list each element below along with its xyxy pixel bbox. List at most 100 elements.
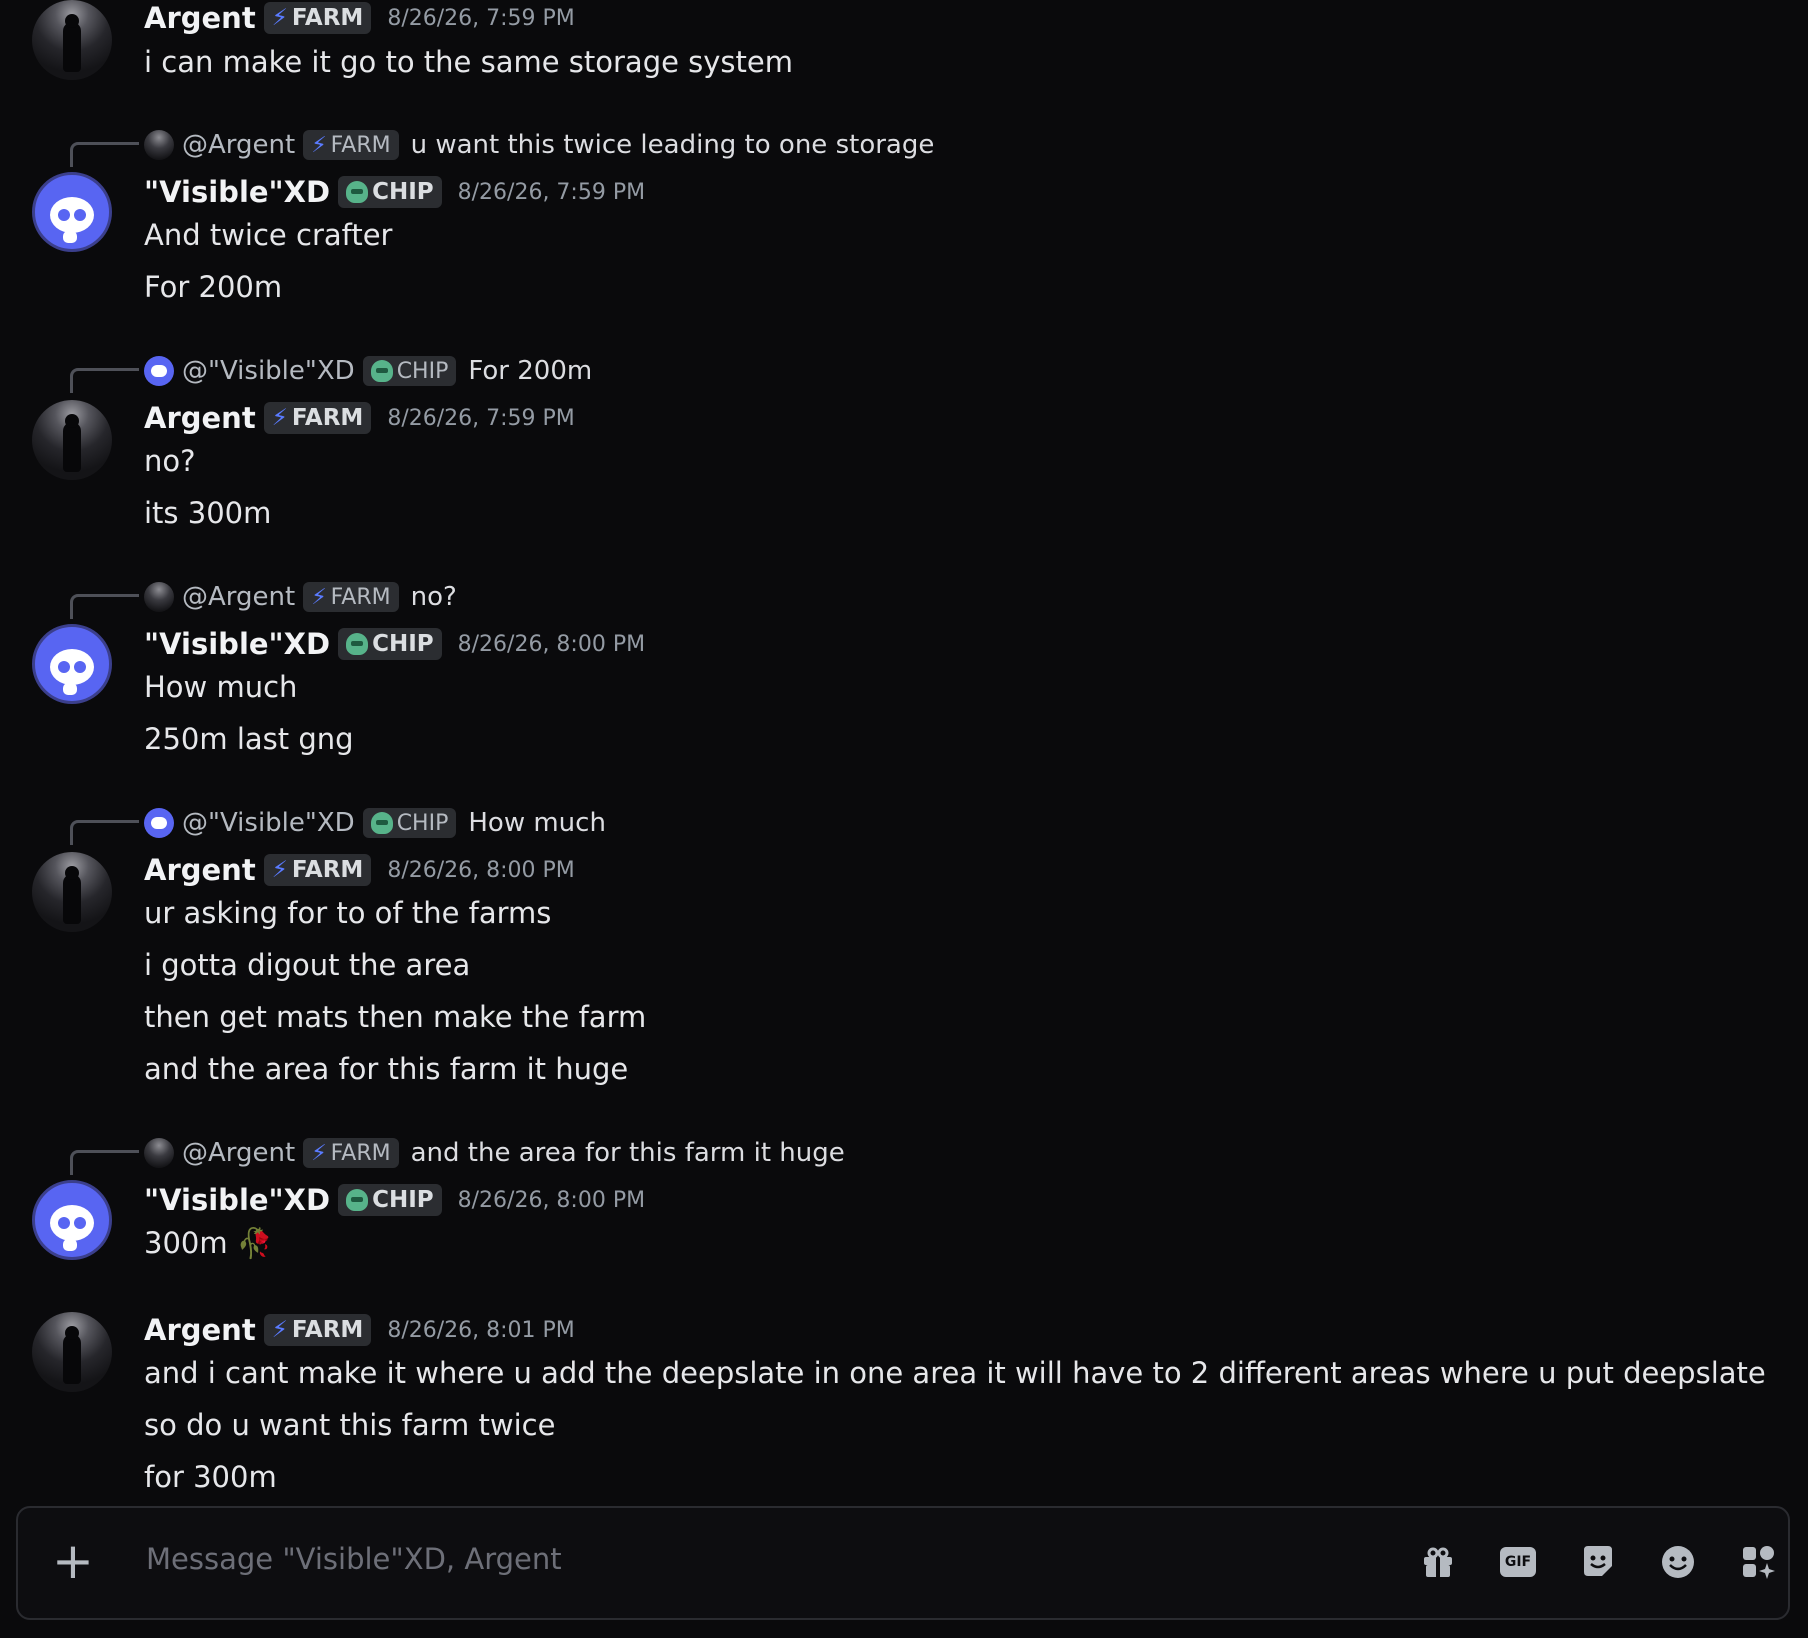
reply-connector	[70, 594, 139, 619]
reply-preview[interactable]: @"Visible"XD CHIP How much	[144, 807, 606, 839]
reply-preview[interactable]: @Argent ⚡ FARM and the area for this farm…	[144, 1137, 845, 1169]
message-header: "Visible"XD CHIP 8/26/26, 8:00 PM	[144, 1180, 645, 1220]
message-line: 250m last gng	[144, 722, 354, 756]
gift-icon[interactable]	[1418, 1542, 1458, 1582]
apps-icon-svg	[1743, 1546, 1775, 1579]
role-tag[interactable]: ⚡ FARM	[263, 2, 372, 34]
username[interactable]: Argent	[144, 853, 256, 887]
sticker-icon-svg	[1584, 1546, 1612, 1576]
timestamp: 8/26/26, 7:59 PM	[457, 179, 646, 205]
avatar[interactable]	[32, 1180, 112, 1260]
bot-face-icon	[50, 649, 94, 695]
bolt-icon: ⚡	[311, 1140, 327, 1166]
role-tag[interactable]: ⚡ FARM	[263, 854, 372, 886]
avatar[interactable]	[32, 624, 112, 704]
reply-text: no?	[410, 582, 457, 612]
timestamp: 8/26/26, 7:59 PM	[387, 5, 575, 31]
reply-avatar	[144, 582, 174, 612]
reply-connector	[70, 368, 139, 393]
username[interactable]: "Visible"XD	[144, 1183, 330, 1217]
message-composer: + Message "Visible"XD, Argent GIF	[16, 1506, 1790, 1620]
gift-icon-svg	[1424, 1547, 1452, 1577]
message-line: 300m 🥀	[144, 1226, 273, 1260]
message-header: Argent ⚡ FARM 8/26/26, 8:01 PM	[144, 1310, 575, 1350]
reply-connector	[70, 142, 139, 167]
reply-avatar	[144, 130, 174, 160]
skull-icon	[346, 181, 369, 203]
bolt-icon: ⚡	[311, 132, 327, 158]
reply-avatar	[144, 356, 174, 386]
skull-icon	[370, 812, 393, 834]
role-tag: CHIP	[362, 356, 457, 386]
reply-text: and the area for this farm it huge	[410, 1138, 845, 1168]
avatar[interactable]	[32, 852, 112, 932]
username[interactable]: Argent	[144, 401, 256, 435]
role-tag[interactable]: ⚡ FARM	[263, 1314, 372, 1346]
username[interactable]: "Visible"XD	[144, 627, 330, 661]
sticker-icon[interactable]	[1578, 1542, 1618, 1582]
username[interactable]: Argent	[144, 1313, 256, 1347]
reply-preview[interactable]: @Argent ⚡ FARM u want this twice leading …	[144, 129, 934, 161]
role-tag: ⚡ FARM	[303, 1138, 399, 1168]
timestamp: 8/26/26, 7:59 PM	[387, 405, 575, 431]
reply-avatar	[144, 808, 174, 838]
role-tag[interactable]: CHIP	[338, 628, 442, 660]
role-tag[interactable]: CHIP	[338, 176, 442, 208]
bolt-icon: ⚡	[271, 5, 288, 31]
message-line: And twice crafter	[144, 218, 393, 252]
gif-label: GIF	[1500, 1547, 1536, 1577]
reply-text: u want this twice leading to one storage	[410, 130, 935, 160]
message-header: "Visible"XD CHIP 8/26/26, 7:59 PM	[144, 172, 645, 212]
avatar[interactable]	[32, 0, 112, 80]
role-tag: ⚡ FARM	[303, 130, 399, 160]
reply-author: @Argent	[182, 1138, 296, 1168]
bolt-icon: ⚡	[271, 857, 288, 883]
plus-icon[interactable]: +	[48, 1536, 98, 1588]
gif-icon[interactable]: GIF	[1498, 1542, 1538, 1582]
avatar[interactable]	[32, 172, 112, 252]
message-line: For 200m	[144, 270, 283, 304]
reply-author: @"Visible"XD	[182, 808, 355, 838]
skull-icon	[346, 1189, 369, 1211]
reply-connector	[70, 1150, 139, 1175]
timestamp: 8/26/26, 8:00 PM	[457, 631, 646, 657]
bot-face-icon	[50, 197, 94, 243]
message-line: then get mats then make the farm	[144, 1000, 647, 1034]
reply-avatar	[144, 1138, 174, 1168]
reply-text: How much	[468, 808, 606, 838]
bolt-icon: ⚡	[271, 1317, 288, 1343]
message-line: so do u want this farm twice	[144, 1408, 556, 1442]
message-line: i gotta digout the area	[144, 948, 471, 982]
role-tag[interactable]: CHIP	[338, 1184, 442, 1216]
message-line: i can make it go to the same storage sys…	[144, 45, 794, 79]
skull-icon	[346, 633, 369, 655]
role-tag: CHIP	[362, 808, 457, 838]
bolt-icon: ⚡	[271, 405, 288, 431]
timestamp: 8/26/26, 8:00 PM	[457, 1187, 646, 1213]
username[interactable]: Argent	[144, 1, 256, 35]
reply-connector	[70, 820, 139, 845]
bot-face-icon	[50, 1205, 94, 1251]
message-header: "Visible"XD CHIP 8/26/26, 8:00 PM	[144, 624, 645, 664]
bolt-icon: ⚡	[311, 584, 327, 610]
avatar[interactable]	[32, 400, 112, 480]
reply-preview[interactable]: @"Visible"XD CHIP For 200m	[144, 355, 592, 387]
message-line: How much	[144, 670, 298, 704]
message-header: Argent ⚡ FARM 8/26/26, 8:00 PM	[144, 850, 575, 890]
message-header: Argent ⚡ FARM 8/26/26, 7:59 PM	[144, 398, 575, 438]
message-header: Argent ⚡ FARM 8/26/26, 7:59 PM	[144, 0, 575, 38]
timestamp: 8/26/26, 8:01 PM	[387, 1317, 575, 1343]
reply-text: For 200m	[468, 356, 593, 386]
role-tag[interactable]: ⚡ FARM	[263, 402, 372, 434]
emoji-icon-svg	[1662, 1546, 1694, 1578]
username[interactable]: "Visible"XD	[144, 175, 330, 209]
emoji-icon[interactable]	[1658, 1542, 1698, 1582]
message-line: for 300m	[144, 1460, 277, 1494]
reply-preview[interactable]: @Argent ⚡ FARM no?	[144, 581, 457, 613]
reply-author: @Argent	[182, 130, 296, 160]
apps-icon[interactable]	[1738, 1542, 1778, 1582]
message-input[interactable]: Message "Visible"XD, Argent	[146, 1542, 562, 1576]
message-line: and i cant make it where u add the deeps…	[144, 1356, 1766, 1390]
message-line: ur asking for to of the farms	[144, 896, 552, 930]
avatar[interactable]	[32, 1312, 112, 1392]
